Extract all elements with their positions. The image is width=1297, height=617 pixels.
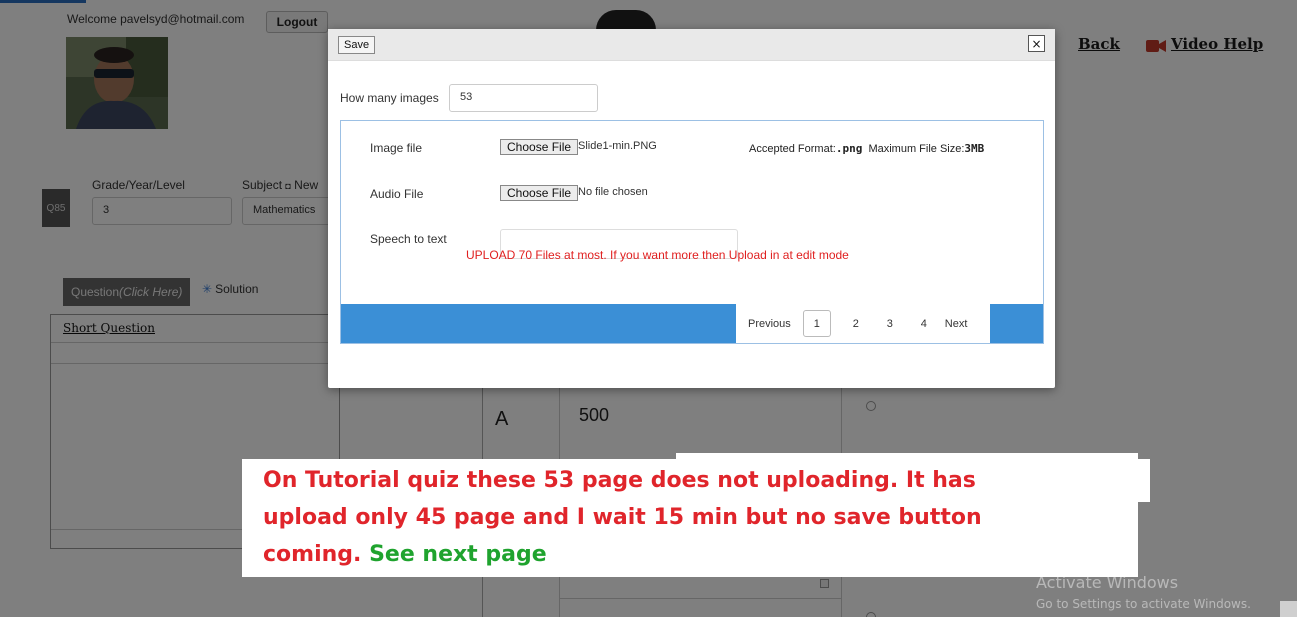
upload-images-dialog: Save × How many images 53 Image file Cho…	[328, 29, 1055, 388]
image-file-name: Slide1-min.PNG	[578, 140, 657, 152]
image-file-label: Image file	[370, 141, 423, 155]
annotation-line1: On Tutorial quiz these 53	[263, 468, 575, 493]
upload-form-panel: Image file Choose File Slide1-min.PNG Ac…	[340, 120, 1044, 344]
annotation-line1-rest: does not uploading. It has	[650, 468, 976, 493]
activate-windows-title: Activate Windows	[1036, 573, 1179, 592]
annotation-line2: upload only 45 page and I wait 15 min bu…	[263, 505, 982, 530]
annotation-background	[1138, 459, 1150, 502]
format-prefix: Accepted Format:	[749, 143, 836, 155]
scrollbar-corner	[1280, 601, 1297, 617]
annotation-see-next-page: See next page	[369, 542, 547, 567]
activate-windows-subtitle: Go to Settings to activate Windows.	[1036, 597, 1251, 611]
annotation-text: On Tutorial quiz these 53 page does not …	[263, 462, 1123, 573]
format-value: .png	[835, 142, 863, 155]
size-prefix: Maximum File Size:	[868, 143, 965, 155]
pagination-previous[interactable]: Previous	[748, 318, 791, 330]
audio-choose-file-button[interactable]: Choose File	[500, 185, 579, 201]
image-count-input[interactable]: 53	[449, 84, 598, 112]
accepted-format-note: Accepted Format:.png Maximum File Size:3…	[749, 142, 984, 155]
pagination-page[interactable]: 3	[873, 318, 907, 330]
audio-file-label: Audio File	[370, 187, 424, 201]
pagination-page-current[interactable]: 1	[802, 310, 831, 337]
image-choose-file-button[interactable]: Choose File	[500, 139, 579, 155]
annotation-line1-page: page	[581, 468, 644, 493]
dialog-titlebar: Save ×	[328, 29, 1055, 61]
pagination-page[interactable]: 2	[839, 318, 873, 330]
annotation-line3: coming.	[263, 542, 362, 567]
pagination: Previous 1 2 3 4 Next	[736, 304, 990, 343]
upload-limit-warning: UPLOAD 70 Files at most. If you want mor…	[466, 248, 849, 262]
annotation-note: On Tutorial quiz these 53 page does not …	[242, 459, 1138, 577]
close-button[interactable]: ×	[1028, 35, 1045, 52]
pagination-page[interactable]: 4	[907, 318, 941, 330]
save-button[interactable]: Save	[338, 36, 376, 54]
speech-to-text-label: Speech to text	[370, 232, 447, 246]
image-count-label: How many images	[340, 91, 439, 105]
size-value: 3MB	[964, 142, 985, 155]
pagination-bar: Previous 1 2 3 4 Next	[341, 304, 1043, 343]
audio-file-name: No file chosen	[578, 186, 648, 198]
pagination-next[interactable]: Next	[945, 318, 968, 330]
